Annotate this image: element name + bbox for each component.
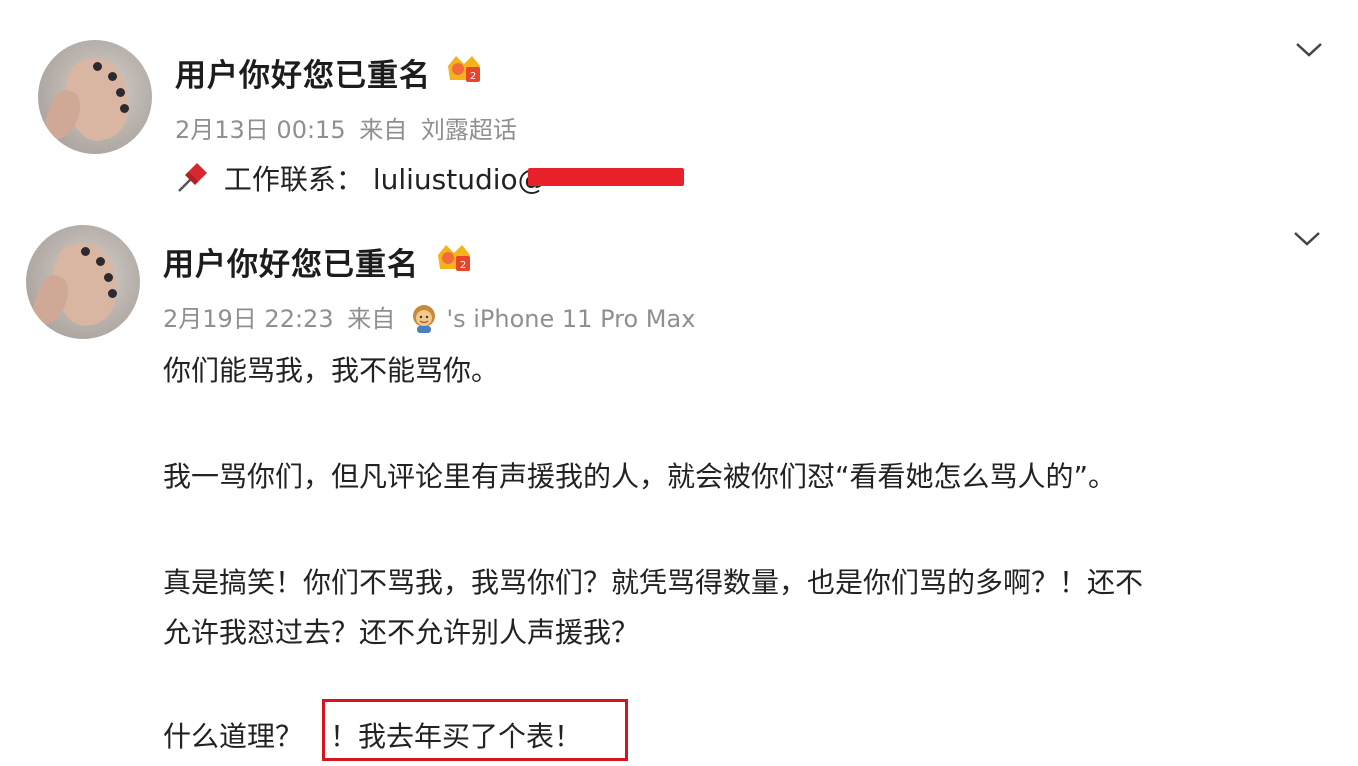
post-text-line-3: 真是搞笑！你们不骂我，我骂你们？就凭骂得数量，也是你们骂的多啊？！还不 [163, 566, 1144, 599]
highlight-box [322, 699, 628, 761]
post-text-line-2: 我一骂你们，但凡评论里有声援我的人，就会被你们怼“看看她怎么骂人的”。 [163, 460, 1117, 493]
username[interactable]: 用户你好您已重名 [175, 50, 431, 95]
post-text-line-1: 你们能骂我，我不能骂你。 [163, 354, 500, 387]
post-2: 用户你好您已重名 2 2月19日 22:23 来自 's iPhone 11 P… [0, 215, 1358, 766]
post-meta: 2月13日 00:15 来自 刘露超话 [175, 110, 523, 145]
avatar[interactable] [38, 40, 152, 154]
pushpin-icon [178, 163, 207, 192]
post-date: 2月13日 00:15 [175, 116, 346, 144]
member-crown-icon: 2 [448, 56, 480, 82]
post-text-line-5: 什么道理？ [163, 720, 304, 753]
contact-line: 工作联系： luliustudio@ [175, 158, 546, 198]
redaction-bar [528, 168, 684, 186]
source-prefix: 来自 [359, 116, 408, 144]
post-1: 用户你好您已重名 2 2月13日 00:15 来自 刘露超话 工作联系： lul… [0, 0, 1358, 215]
source-prefix: 来自 [347, 305, 396, 333]
contact-value: luliustudio@ [372, 163, 546, 196]
svg-text:2: 2 [460, 260, 466, 271]
chevron-down-icon[interactable] [1292, 229, 1322, 249]
post-text-line-4: 允许我怼过去？还不允许别人声援我？ [163, 616, 640, 649]
device-name: 's iPhone 11 Pro Max [446, 305, 696, 333]
contact-label: 工作联系： [223, 163, 364, 196]
woman-emoji-icon [412, 305, 435, 333]
username[interactable]: 用户你好您已重名 [163, 239, 419, 284]
weibo-comment-screenshot: 用户你好您已重名 2 2月13日 00:15 来自 刘露超话 工作联系： lul… [0, 0, 1358, 766]
member-crown-icon: 2 [438, 245, 470, 271]
post-meta: 2月19日 22:23 来自 's iPhone 11 Pro Max [163, 299, 701, 334]
source-link[interactable]: 刘露超话 [421, 116, 517, 144]
svg-text:2: 2 [470, 71, 476, 82]
avatar[interactable] [26, 225, 140, 339]
chevron-down-icon[interactable] [1294, 40, 1324, 60]
post-date: 2月19日 22:23 [163, 305, 334, 333]
